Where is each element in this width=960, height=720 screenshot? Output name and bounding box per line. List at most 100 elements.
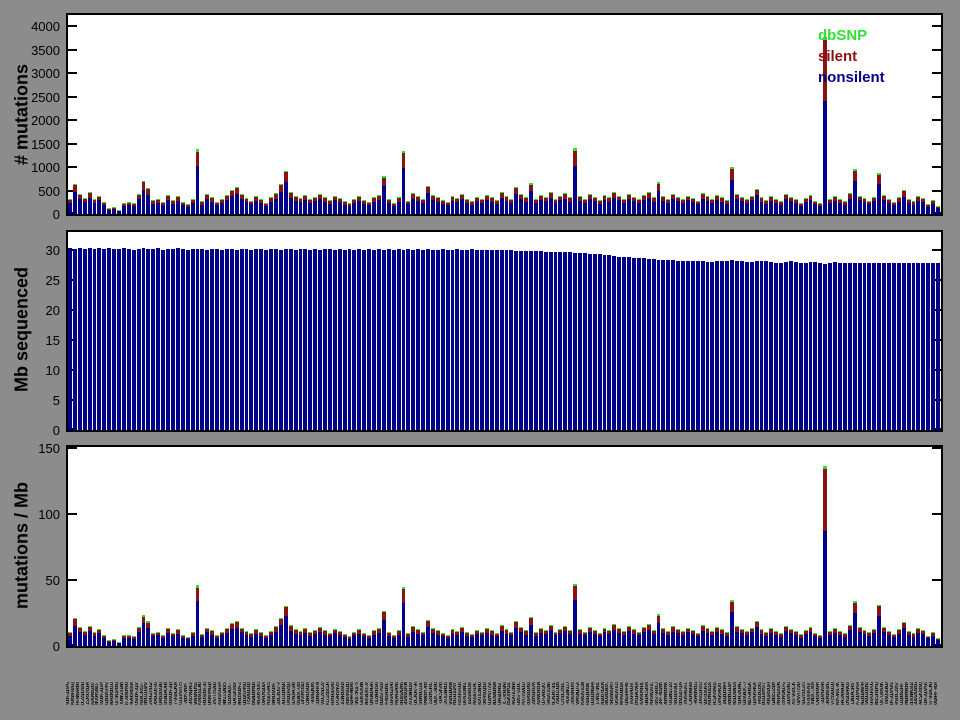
bar-segment (196, 587, 199, 602)
bar-segment (715, 261, 719, 430)
bar-sample-56 (343, 250, 347, 430)
bar-segment (122, 205, 126, 214)
bar-segment (666, 630, 670, 632)
bar-segment (333, 196, 337, 201)
bar-sample-118 (647, 624, 651, 646)
bar-segment (431, 195, 435, 200)
bar-sample-70 (411, 250, 415, 430)
bar-sample-41 (269, 630, 273, 646)
bar-segment (186, 206, 190, 214)
bar-segment (764, 261, 768, 430)
bar-sample-102 (568, 252, 572, 430)
bar-sample-97 (544, 629, 548, 646)
bar-segment (598, 200, 602, 204)
bar-segment (294, 250, 298, 430)
bar-sample-46 (294, 250, 298, 430)
bar-segment (357, 196, 361, 197)
bar-segment (186, 637, 190, 640)
bar-segment (858, 196, 862, 201)
bar-segment (720, 629, 724, 631)
bar-sample-76 (441, 200, 445, 214)
bar-segment (622, 631, 626, 636)
bar-segment (902, 190, 906, 192)
bar-sample-124 (676, 196, 680, 214)
bar-sample-150 (804, 262, 808, 430)
bar-sample-53 (328, 633, 332, 646)
bar-segment (485, 628, 489, 629)
bar-segment (495, 200, 499, 204)
bar-sample-89 (505, 196, 508, 214)
y-tick-left (68, 72, 77, 75)
bar-segment (357, 249, 361, 430)
bar-segment (269, 201, 273, 214)
bar-segment (245, 635, 248, 646)
bar-sample-85 (485, 194, 489, 214)
bar-sample-159 (848, 624, 852, 646)
bar-segment (686, 200, 690, 214)
bar-segment (710, 631, 714, 635)
bar-segment (696, 636, 700, 646)
bar-sample-59 (357, 629, 361, 646)
bar-segment (436, 634, 440, 646)
bar-sample-169 (897, 262, 901, 430)
bar-segment (245, 631, 248, 632)
bar-segment (83, 249, 87, 430)
bar-segment (671, 195, 675, 200)
bar-sample-150 (804, 630, 808, 646)
bar-segment (289, 625, 293, 627)
bar-segment (848, 192, 852, 194)
bar-segment (323, 631, 327, 635)
bar-segment (269, 248, 273, 430)
bar-segment (166, 248, 170, 430)
bar-segment (402, 589, 405, 603)
bar-sample-18 (156, 631, 160, 646)
bar-segment (691, 261, 695, 430)
y-tick-label: 150 (38, 441, 60, 457)
bar-segment (774, 198, 778, 200)
bar-segment (122, 203, 126, 206)
bar-segment (249, 636, 253, 646)
bar-segment (127, 205, 131, 214)
bar-sample-74 (431, 194, 435, 214)
bar-segment (161, 250, 165, 430)
bar-sample-36 (245, 631, 248, 646)
bar-segment (863, 198, 866, 203)
bar-segment (495, 632, 499, 634)
bar-segment (392, 638, 396, 646)
bar-segment (475, 197, 479, 202)
legend-item-dbsnp: dbSNP (818, 27, 868, 44)
bar-sample-123 (671, 626, 675, 646)
bar-sample-54 (333, 250, 337, 430)
bar-sample-34 (235, 187, 239, 214)
bar-sample-51 (318, 194, 322, 214)
bar-segment (465, 199, 469, 204)
bar-segment (455, 631, 459, 636)
bar-segment (146, 194, 150, 214)
bar-segment (392, 202, 396, 206)
y-tick-label: 100 (38, 507, 60, 523)
bar-sample-78 (451, 196, 454, 214)
bar-segment (730, 612, 734, 646)
bar-sample-110 (607, 197, 611, 214)
bar-sample-76 (441, 249, 445, 430)
bar-segment (657, 614, 660, 616)
bar-sample-20 (166, 248, 170, 430)
bar-segment (921, 198, 925, 203)
bar-sample-113 (622, 198, 626, 214)
bar-segment (441, 633, 445, 637)
bar-sample-125 (681, 199, 685, 214)
bar-sample-168 (892, 633, 896, 646)
bar-segment (666, 631, 670, 635)
bar-segment (872, 197, 876, 202)
bar-sample-141 (760, 260, 763, 430)
bar-segment (367, 635, 371, 638)
bar-sample-49 (308, 199, 312, 214)
bar-segment (132, 636, 136, 639)
bar-segment (578, 629, 582, 634)
bar-segment (858, 200, 862, 214)
bar-segment (328, 633, 332, 634)
bar-segment (181, 202, 185, 203)
bar-segment (249, 200, 253, 202)
bar-sample-170 (902, 263, 906, 430)
bar-segment (500, 250, 504, 430)
